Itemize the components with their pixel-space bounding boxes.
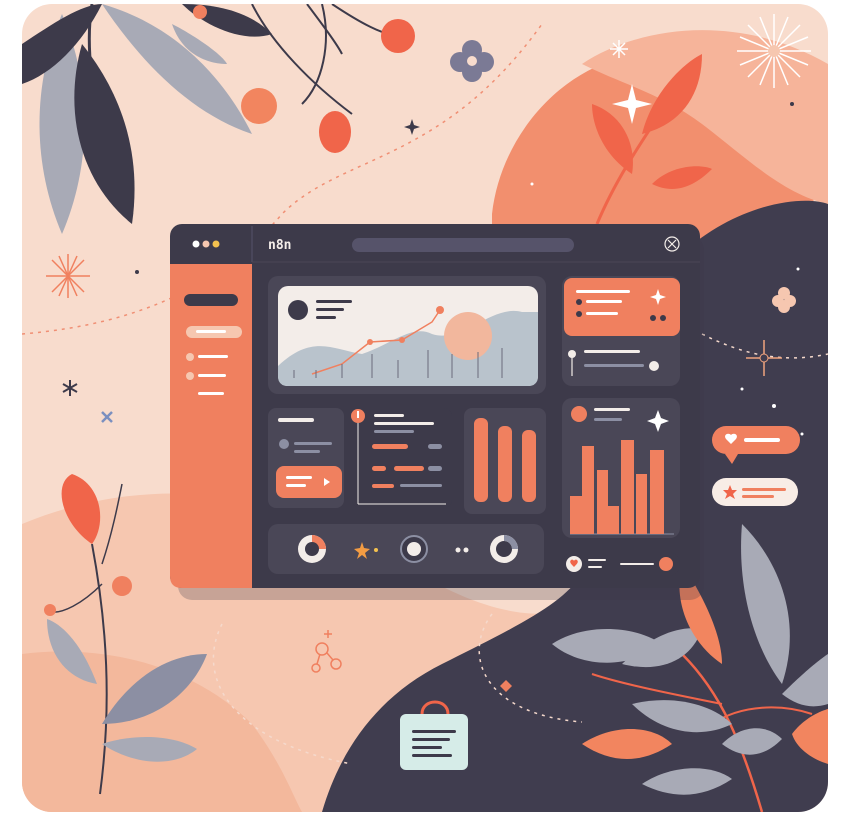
notification-chip-star bbox=[712, 478, 798, 506]
sidebar-item[interactable] bbox=[186, 372, 194, 380]
dot bbox=[800, 432, 804, 436]
bar bbox=[570, 496, 582, 534]
sun-circle bbox=[444, 312, 492, 360]
toggle-knob[interactable] bbox=[659, 557, 673, 571]
bar bbox=[636, 474, 647, 534]
sunburst-icon bbox=[46, 254, 90, 298]
bottom-toolbar bbox=[268, 524, 544, 574]
donut-chart-icon[interactable] bbox=[298, 535, 326, 563]
dot bbox=[772, 404, 776, 408]
app-title: n8n bbox=[268, 238, 291, 253]
bar bbox=[608, 506, 619, 534]
window-dot[interactable] bbox=[212, 240, 220, 248]
window-dot[interactable] bbox=[202, 240, 210, 248]
bar-card bbox=[464, 408, 546, 514]
status-card bbox=[268, 408, 344, 508]
dot bbox=[740, 387, 744, 391]
line-chart-panel bbox=[268, 276, 546, 394]
timeline-card bbox=[351, 408, 452, 508]
chart-avatar bbox=[288, 300, 308, 320]
dot bbox=[796, 267, 800, 271]
dot bbox=[790, 102, 794, 106]
bar bbox=[650, 450, 664, 534]
gauge-icon[interactable] bbox=[490, 535, 518, 563]
ring-icon[interactable] bbox=[400, 535, 428, 563]
action-button[interactable] bbox=[276, 466, 342, 498]
dot bbox=[530, 182, 534, 186]
illustration-canvas: n8n bbox=[22, 4, 828, 812]
sidebar bbox=[170, 264, 252, 588]
dot bbox=[463, 547, 469, 553]
window-dot[interactable] bbox=[192, 240, 200, 248]
dot bbox=[135, 270, 139, 274]
bar bbox=[621, 440, 634, 534]
sidebar-item[interactable] bbox=[184, 294, 238, 306]
bar bbox=[582, 446, 594, 534]
sidebar-item[interactable] bbox=[186, 353, 194, 361]
bar bbox=[597, 470, 608, 534]
bottom-status-row bbox=[562, 552, 680, 576]
address-bar[interactable] bbox=[352, 238, 574, 252]
bar bbox=[498, 426, 512, 502]
bar bbox=[474, 418, 488, 502]
dot bbox=[455, 547, 461, 553]
top-right-card bbox=[562, 276, 680, 386]
bar-chart-card bbox=[562, 398, 680, 538]
bar bbox=[522, 430, 536, 502]
